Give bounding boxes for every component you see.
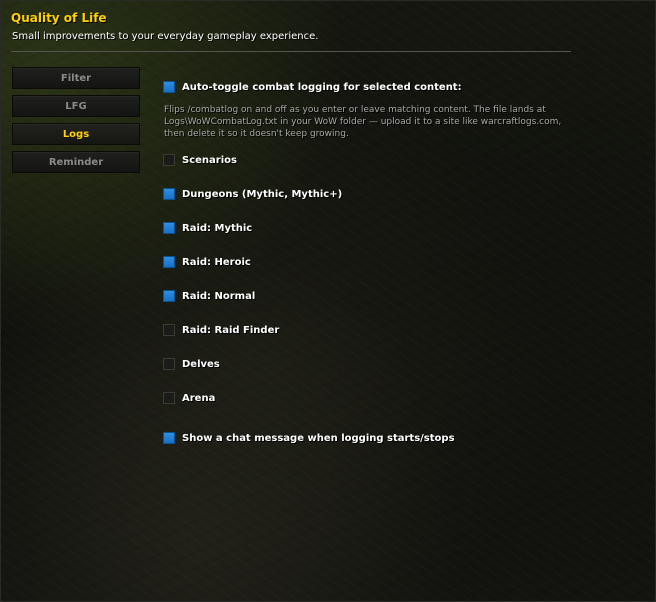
raid-normal-checkbox[interactable] bbox=[163, 290, 175, 302]
auto-toggle-option[interactable]: Auto-toggle combat logging for selected … bbox=[163, 81, 462, 93]
raid-mythic-checkbox[interactable] bbox=[163, 222, 175, 234]
page-subtitle: Small improvements to your everyday game… bbox=[12, 31, 319, 42]
tab-reminder[interactable]: Reminder bbox=[12, 151, 140, 173]
tab-logs[interactable]: Logs bbox=[12, 123, 140, 145]
option-label: Scenarios bbox=[182, 154, 237, 166]
category-tabs: Filter LFG Logs Reminder bbox=[12, 67, 140, 179]
raid-heroic-checkbox[interactable] bbox=[163, 256, 175, 268]
tab-label: Logs bbox=[62, 128, 90, 140]
tab-label: Reminder bbox=[48, 156, 104, 168]
scenarios-checkbox[interactable] bbox=[163, 154, 175, 166]
option-label: Raid: Raid Finder bbox=[182, 324, 280, 336]
option-raid-mythic[interactable]: Raid: Mythic bbox=[163, 222, 252, 234]
delves-checkbox[interactable] bbox=[163, 358, 175, 370]
chat-message-label: Show a chat message when logging starts/… bbox=[182, 432, 455, 444]
option-label: Raid: Normal bbox=[182, 290, 256, 302]
option-raid-normal[interactable]: Raid: Normal bbox=[163, 290, 255, 302]
option-arena[interactable]: Arena bbox=[163, 392, 215, 404]
option-dungeons[interactable]: Dungeons (Mythic, Mythic+) bbox=[163, 188, 342, 200]
option-scenarios[interactable]: Scenarios bbox=[163, 154, 237, 166]
tab-lfg[interactable]: LFG bbox=[12, 95, 140, 117]
raid-finder-checkbox[interactable] bbox=[163, 324, 175, 336]
auto-toggle-checkbox[interactable] bbox=[163, 81, 175, 93]
option-label: Raid: Mythic bbox=[182, 222, 253, 234]
option-label: Dungeons (Mythic, Mythic+) bbox=[182, 188, 343, 200]
option-label: Arena bbox=[182, 392, 216, 404]
chat-message-option[interactable]: Show a chat message when logging starts/… bbox=[163, 432, 455, 444]
tab-label: Filter bbox=[60, 72, 92, 84]
option-label: Delves bbox=[182, 358, 220, 370]
tab-filter[interactable]: Filter bbox=[12, 67, 140, 89]
dungeons-checkbox[interactable] bbox=[163, 188, 175, 200]
option-raid-finder[interactable]: Raid: Raid Finder bbox=[163, 324, 279, 336]
chat-message-checkbox[interactable] bbox=[163, 432, 175, 444]
auto-toggle-label: Auto-toggle combat logging for selected … bbox=[182, 81, 462, 93]
tab-label: LFG bbox=[65, 100, 87, 112]
option-label: Raid: Heroic bbox=[182, 256, 251, 268]
page-title: Quality of Life bbox=[11, 11, 107, 25]
header-divider bbox=[11, 51, 571, 52]
arena-checkbox[interactable] bbox=[163, 392, 175, 404]
option-raid-heroic[interactable]: Raid: Heroic bbox=[163, 256, 251, 268]
combatlog-description: Flips /combatlog on and off as you enter… bbox=[164, 105, 562, 139]
option-delves[interactable]: Delves bbox=[163, 358, 220, 370]
